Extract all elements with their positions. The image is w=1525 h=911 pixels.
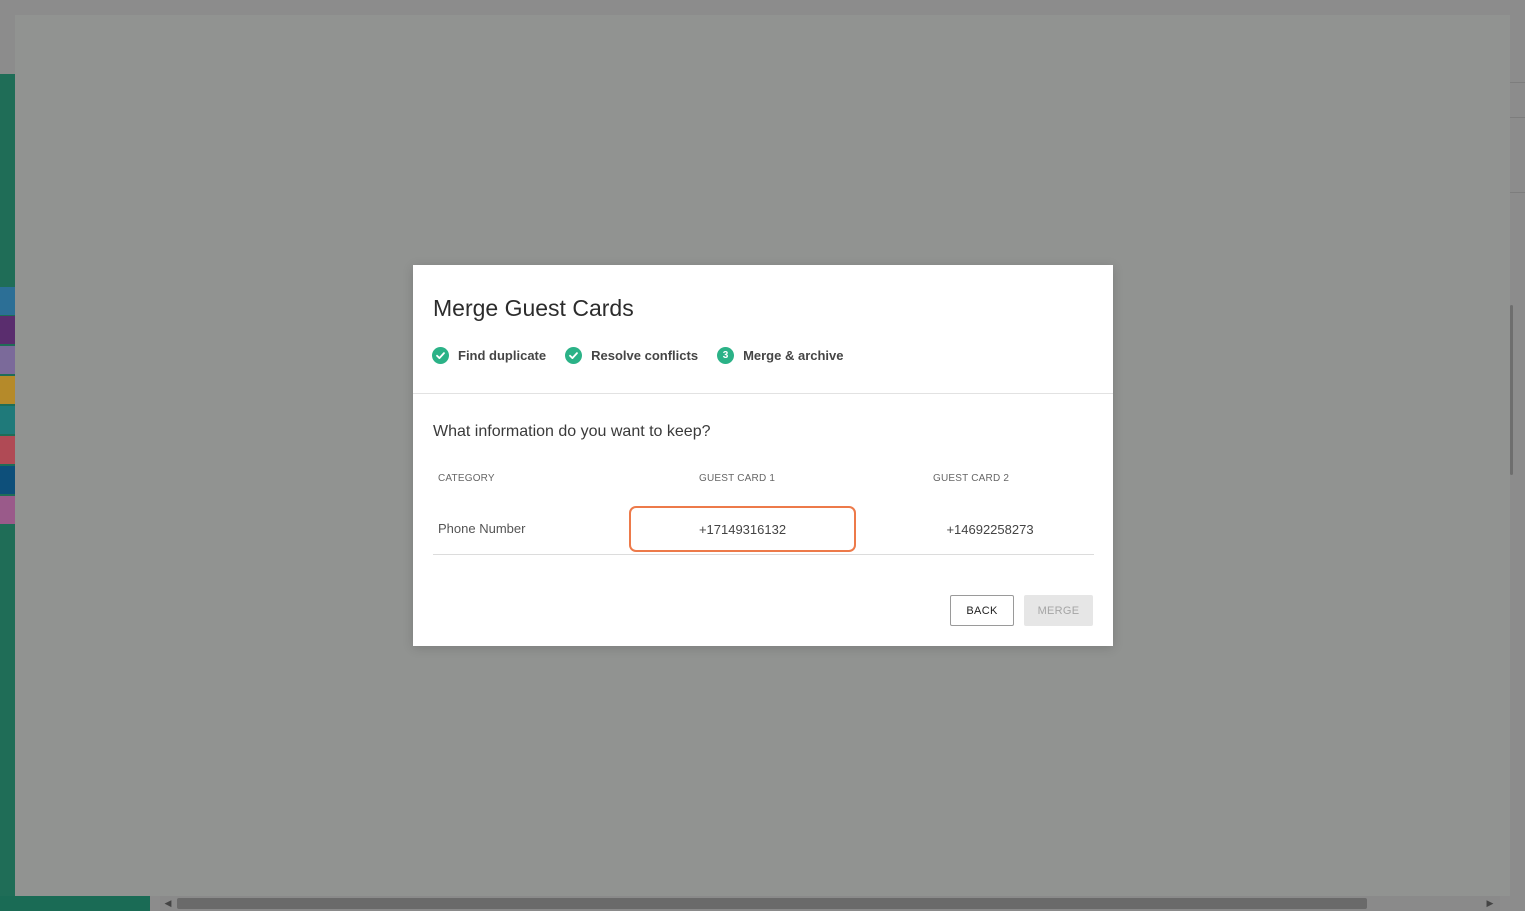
scroll-right-arrow-icon[interactable]: ▶	[1484, 896, 1496, 911]
merge-button[interactable]: MERGE	[1024, 595, 1093, 626]
horizontal-scrollbar-thumb[interactable]	[177, 898, 1367, 909]
step-resolve-conflicts: Resolve conflicts	[565, 346, 699, 364]
rail-color-swatch	[0, 406, 15, 434]
question-heading: What information do you want to keep?	[433, 423, 711, 440]
step-number-badge: 3	[717, 346, 735, 364]
rail-color-swatch	[0, 496, 15, 524]
scroll-left-arrow-icon[interactable]: ◀	[162, 896, 174, 911]
dialog-title: Merge Guest Cards	[433, 295, 634, 321]
rail-color-swatch	[0, 346, 15, 374]
divider	[1510, 117, 1525, 118]
row-category-label: Phone Number	[438, 521, 526, 536]
step-label: Merge & archive	[743, 347, 844, 363]
left-rail-header	[0, 15, 15, 74]
check-circle-icon	[432, 346, 449, 364]
column-header-category: CATEGORY	[438, 473, 495, 484]
divider	[1510, 192, 1525, 193]
column-header-guest-card-1: GUEST CARD 1	[699, 473, 776, 484]
merge-guest-cards-dialog: Merge Guest Cards Find duplicate Resolve…	[413, 265, 1113, 646]
table-row: Phone Number +17149316132 +14692258273	[433, 504, 1094, 555]
stepper: Find duplicate Resolve conflicts 3 Merge…	[432, 345, 863, 365]
step-label: Find duplicate	[458, 347, 547, 363]
step-merge-archive: 3 Merge & archive	[717, 346, 844, 364]
rail-color-swatch	[0, 316, 15, 344]
back-button[interactable]: BACK	[950, 595, 1014, 626]
rail-color-swatch	[0, 376, 15, 404]
dialog-header: Merge Guest Cards Find duplicate Resolve…	[413, 265, 1113, 394]
guest-card-2-option[interactable]: +14692258273	[877, 508, 1103, 550]
rail-color-swatch	[0, 436, 15, 464]
divider	[1510, 82, 1525, 83]
step-find-duplicate: Find duplicate	[432, 346, 547, 364]
check-circle-icon	[565, 346, 583, 364]
rail-color-swatch	[0, 287, 15, 315]
vertical-scrollbar[interactable]	[1510, 305, 1513, 475]
column-header-guest-card-2: GUEST CARD 2	[933, 473, 1010, 484]
guest-card-1-option-selected[interactable]: +17149316132	[629, 506, 856, 552]
step-label: Resolve conflicts	[591, 347, 699, 363]
rail-color-swatch	[0, 466, 15, 494]
bottom-rail-footer	[0, 896, 150, 911]
top-bar	[0, 0, 1525, 15]
